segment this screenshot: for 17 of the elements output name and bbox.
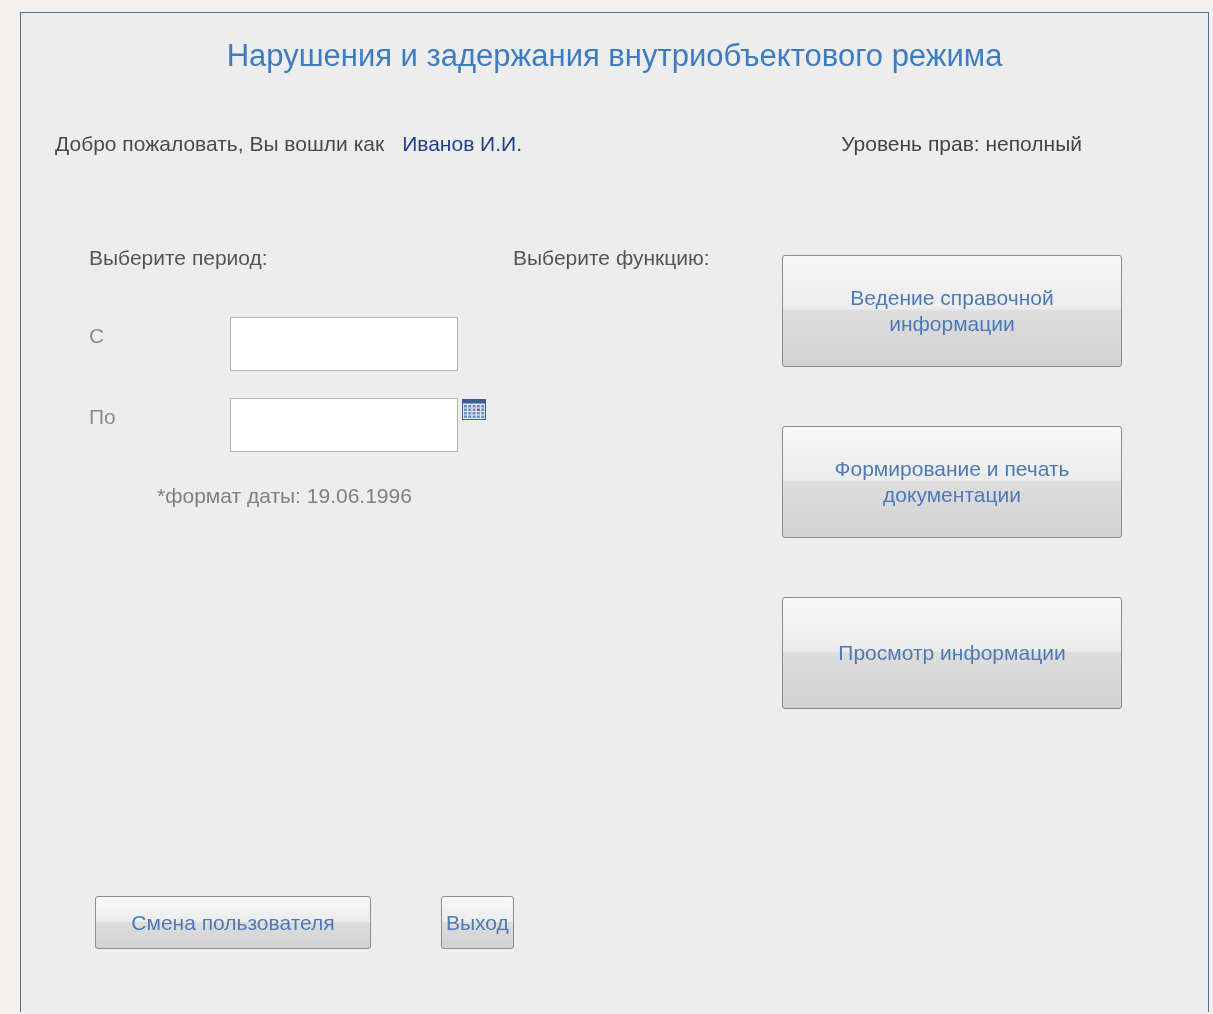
function-button[interactable]: Просмотр информации [782,597,1122,709]
page-title: Нарушения и задержания внутриобъектового режима [225,39,1004,73]
date-label: С [89,323,106,348]
exit-button[interactable]: Выход [441,896,514,949]
function-button[interactable]: Формирование и печать документации [782,426,1122,538]
user-name: Иванов И.И. [402,132,522,156]
date-field[interactable] [230,398,458,452]
function-button[interactable]: Ведение справочной информации [782,255,1122,367]
date-label: По [89,404,117,429]
change-user-button[interactable]: Смена пользователя [95,896,371,949]
welcome-text: Добро пожаловать, Вы вошли как [55,132,385,156]
date-field[interactable] [230,317,458,371]
access-level: Уровень прав: неполный [841,132,1082,156]
date-format-hint: *формат даты: 19.06.1996 [157,484,413,508]
function-heading: Выберите функцию: [513,246,711,270]
calendar-icon[interactable] [462,399,486,420]
period-heading: Выберите период: [89,246,269,270]
